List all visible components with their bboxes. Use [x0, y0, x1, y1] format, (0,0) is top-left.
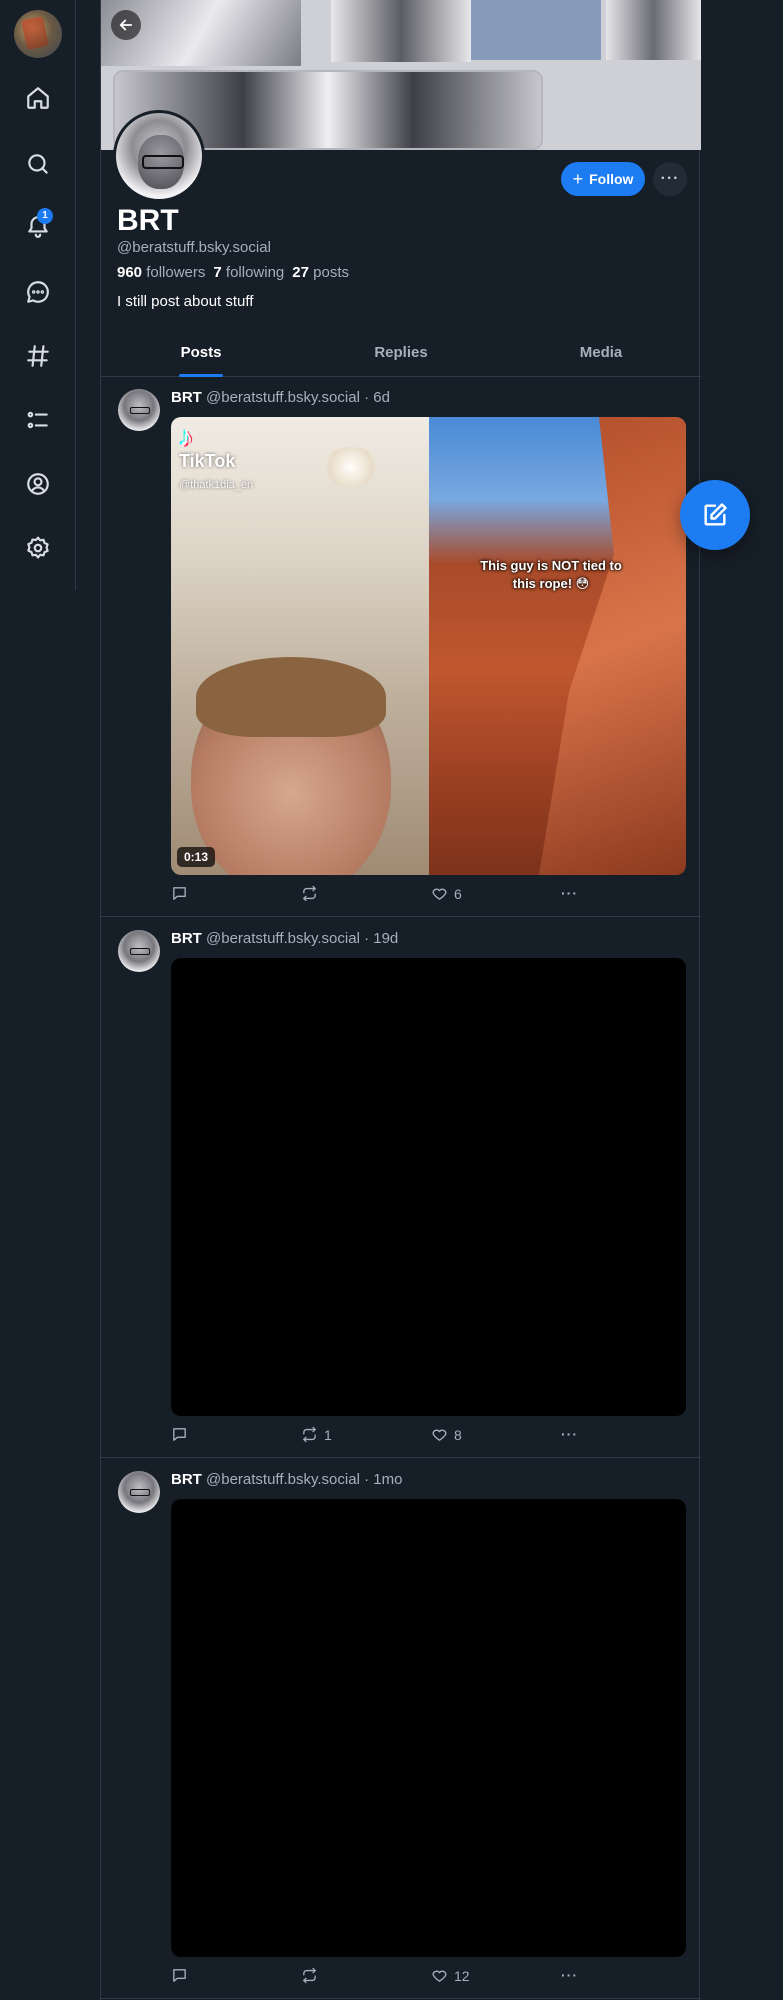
profile-column: + Follow ··· BRT @beratstuff.bsky.social…	[100, 0, 701, 2000]
post-header: BRT @beratstuff.bsky.social · 6d	[171, 389, 390, 406]
post-actions: 1 8 ···	[171, 1426, 686, 1448]
post-author-name[interactable]: BRT	[171, 930, 202, 947]
repost-button[interactable]: 1	[301, 1426, 332, 1443]
post-item[interactable]: BRT @beratstuff.bsky.social · 6d ♪ TikTo…	[101, 377, 701, 917]
reply-button[interactable]	[171, 1426, 194, 1443]
post-author-handle[interactable]: @beratstuff.bsky.social	[206, 930, 360, 947]
post-author-handle[interactable]: @beratstuff.bsky.social	[206, 1471, 360, 1488]
post-time[interactable]: · 6d	[364, 389, 390, 406]
chat-icon[interactable]	[22, 276, 54, 308]
tiktok-note-icon: ♪	[179, 421, 193, 452]
hashtag-icon[interactable]	[22, 340, 54, 372]
heart-icon	[432, 1429, 447, 1441]
left-nav: 1	[0, 0, 76, 590]
post-avatar[interactable]	[118, 930, 160, 972]
profile-avatar[interactable]	[113, 110, 205, 202]
like-button[interactable]: 12	[431, 1967, 470, 1984]
plus-icon: +	[572, 169, 584, 189]
post-more-button[interactable]: ···	[561, 885, 578, 901]
post-more-button[interactable]: ···	[561, 1967, 578, 1983]
reply-icon	[173, 887, 186, 900]
search-icon[interactable]	[22, 148, 54, 180]
repost-button[interactable]	[301, 1967, 324, 1984]
display-name: BRT	[117, 204, 179, 237]
video-thumbnail[interactable]	[171, 958, 686, 1416]
video-caption-overlay: This guy is NOT tied to this rope! 😳	[480, 558, 622, 591]
reply-button[interactable]	[171, 885, 194, 902]
settings-icon[interactable]	[22, 532, 54, 564]
like-button[interactable]: 6	[431, 885, 462, 902]
video-thumbnail[interactable]	[171, 1499, 686, 1957]
follow-button[interactable]: + Follow	[561, 162, 645, 196]
arrow-left-icon	[119, 19, 133, 31]
post-item[interactable]: BRT @beratstuff.bsky.social · 1mo 12 ···	[101, 1459, 701, 1999]
profile-icon[interactable]	[22, 468, 54, 500]
video-thumbnail[interactable]: ♪ TikTok @thatk1dia_en This guy is NOT t…	[171, 417, 686, 875]
post-actions: 6 ···	[171, 885, 686, 907]
post-author-name[interactable]: BRT	[171, 389, 202, 406]
repost-icon	[303, 1967, 316, 1984]
video-duration: 0:13	[177, 847, 216, 867]
user-avatar[interactable]	[14, 10, 62, 58]
posts-count: 27 posts	[292, 264, 349, 281]
home-icon[interactable]	[22, 82, 54, 114]
back-button[interactable]	[111, 10, 141, 40]
follow-label: Follow	[589, 171, 634, 187]
profile-tabs: Posts Replies Media	[101, 335, 701, 377]
tiktok-logo: ♪ TikTok	[179, 421, 236, 472]
post-time[interactable]: · 1mo	[364, 1471, 402, 1488]
following-link[interactable]: 7 following	[213, 264, 284, 281]
repost-icon	[303, 1426, 316, 1443]
compose-button[interactable]	[680, 480, 750, 550]
followers-link[interactable]: 960 followers	[117, 264, 205, 281]
heart-icon	[432, 888, 447, 900]
post-header: BRT @beratstuff.bsky.social · 19d	[171, 930, 398, 947]
post-author-name[interactable]: BRT	[171, 1471, 202, 1488]
post-more-button[interactable]: ···	[561, 1426, 578, 1442]
post-actions: 12 ···	[171, 1967, 686, 1989]
profile-handle: @beratstuff.bsky.social	[117, 239, 271, 256]
profile-more-button[interactable]: ···	[653, 162, 687, 196]
post-avatar[interactable]	[118, 1471, 160, 1513]
tab-media[interactable]: Media	[501, 335, 701, 376]
tab-posts[interactable]: Posts	[101, 335, 301, 376]
post-author-handle[interactable]: @beratstuff.bsky.social	[206, 389, 360, 406]
video-frame-right	[429, 417, 686, 875]
reply-icon	[173, 1428, 186, 1441]
lists-icon[interactable]	[22, 404, 54, 436]
tab-replies[interactable]: Replies	[301, 335, 501, 376]
reply-button[interactable]	[171, 1967, 194, 1984]
tiktok-username: @thatk1dia_en	[179, 479, 254, 491]
reply-icon	[173, 1969, 186, 1982]
post-time[interactable]: · 19d	[364, 930, 398, 947]
profile-bio: I still post about stuff	[117, 293, 254, 310]
repost-button[interactable]	[301, 885, 324, 902]
heart-icon	[432, 1970, 447, 1982]
repost-icon	[303, 885, 316, 902]
post-avatar[interactable]	[118, 389, 160, 431]
bell-icon[interactable]: 1	[22, 208, 54, 242]
like-button[interactable]: 8	[431, 1426, 462, 1443]
notification-badge: 1	[37, 208, 53, 224]
profile-stats: 960 followers 7 following 27 posts	[117, 264, 349, 281]
compose-icon	[704, 503, 727, 526]
post-header: BRT @beratstuff.bsky.social · 1mo	[171, 1471, 402, 1488]
post-item[interactable]: BRT @beratstuff.bsky.social · 19d 1 8 ··…	[101, 918, 701, 1458]
